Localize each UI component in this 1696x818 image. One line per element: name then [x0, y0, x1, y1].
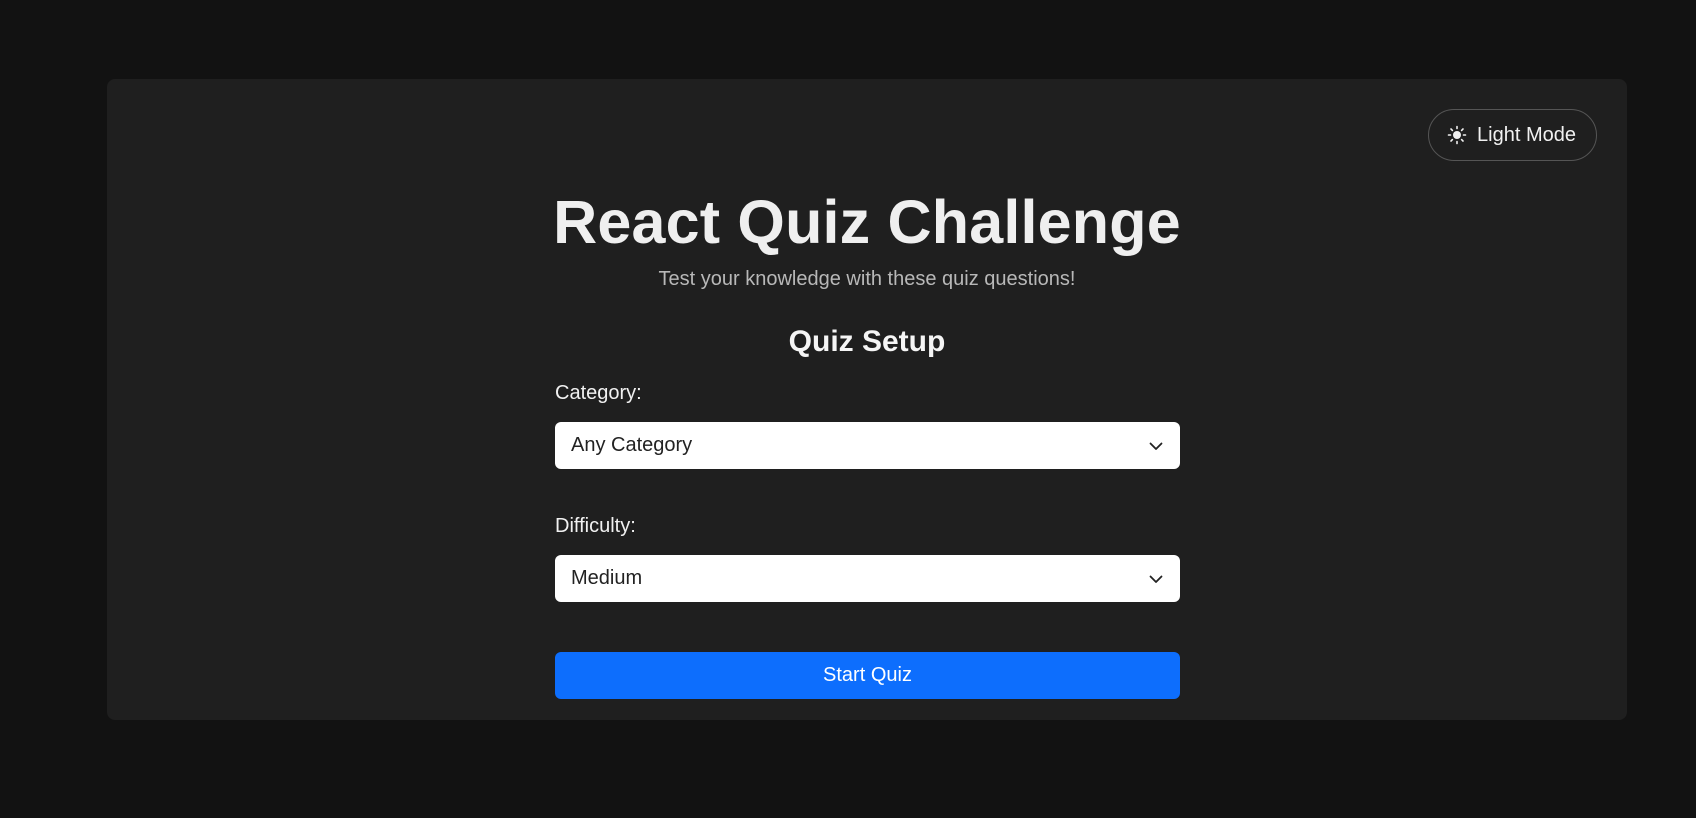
quiz-card: Light Mode React Quiz Challenge Test you…: [107, 79, 1627, 720]
start-quiz-button[interactable]: Start Quiz: [555, 652, 1180, 699]
category-label: Category:: [555, 382, 642, 404]
category-selected-value: Any Category: [571, 434, 693, 456]
chevron-down-icon: [1148, 438, 1164, 454]
theme-toggle-label: Light Mode: [1477, 123, 1576, 146]
quiz-setup-form: Category: Any Category Difficulty: Mediu…: [555, 381, 1180, 699]
category-field: Category: Any Category: [555, 381, 1180, 469]
difficulty-select[interactable]: Medium: [555, 555, 1180, 602]
difficulty-selected-value: Medium: [571, 567, 643, 589]
difficulty-label: Difficulty:: [555, 515, 636, 537]
page-subtitle: Test your knowledge with these quiz ques…: [658, 268, 1076, 290]
page-title: React Quiz Challenge: [553, 188, 1181, 256]
quiz-setup-heading: Quiz Setup: [788, 325, 946, 358]
sun-icon: [1447, 125, 1467, 145]
category-select[interactable]: Any Category: [555, 422, 1180, 469]
difficulty-field: Difficulty: Medium: [555, 514, 1180, 602]
chevron-down-icon: [1148, 571, 1164, 587]
theme-toggle-button[interactable]: Light Mode: [1428, 109, 1597, 161]
